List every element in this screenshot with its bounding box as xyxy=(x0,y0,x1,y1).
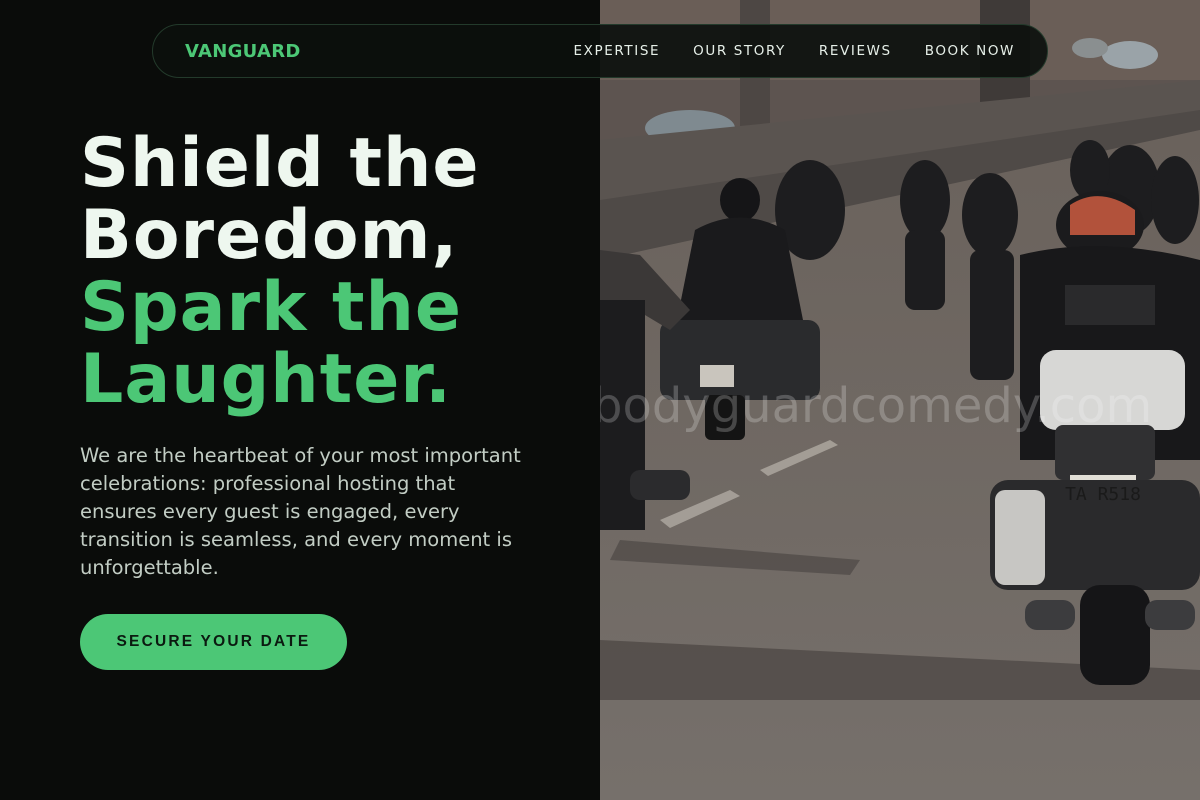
watermark-text: bodyguardcomedy.com xyxy=(600,378,1200,434)
hero-title-accent-line-2: Laughter. xyxy=(80,340,453,419)
nav-link-book-now[interactable]: BOOK NOW xyxy=(925,43,1015,59)
hero-description: We are the heartbeat of your most import… xyxy=(80,444,521,579)
watermark-label: bodyguardcomedy.com xyxy=(600,378,1153,434)
nav-links: EXPERTISE OUR STORY REVIEWS BOOK NOW xyxy=(574,43,1015,59)
plate-text: TA R518 xyxy=(1065,484,1141,505)
hero-title-line-1: Shield the xyxy=(80,124,480,203)
nav-link-reviews[interactable]: REVIEWS xyxy=(819,43,892,59)
top-navbar: VANGUARD EXPERTISE OUR STORY REVIEWS BOO… xyxy=(152,24,1048,78)
nav-link-our-story[interactable]: OUR STORY xyxy=(693,43,786,59)
hero-title-line-2: Boredom, xyxy=(80,196,459,275)
hero-title-accent-line-1: Spark the xyxy=(80,268,463,347)
nav-link-expertise[interactable]: EXPERTISE xyxy=(574,43,661,59)
secure-your-date-button[interactable]: SECURE YOUR DATE xyxy=(80,614,347,670)
hero-title: Shield the Boredom, Spark the Laughter. xyxy=(80,128,480,416)
brand-logo[interactable]: VANGUARD xyxy=(185,41,301,62)
